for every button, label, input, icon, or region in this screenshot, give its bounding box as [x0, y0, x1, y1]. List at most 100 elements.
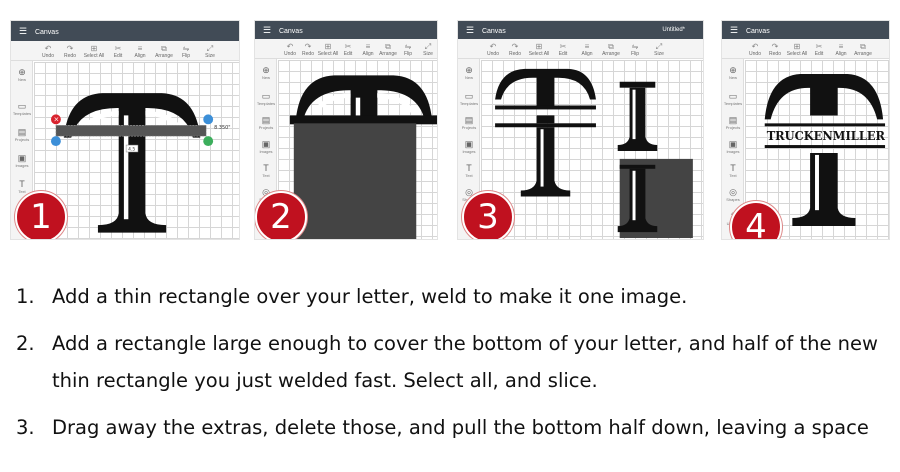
- select-all-button[interactable]: ⊞ Select All: [786, 42, 808, 57]
- hamburger-menu-icon[interactable]: ☰: [466, 21, 475, 39]
- undo-button[interactable]: ↶ Undo: [482, 42, 504, 57]
- align-button[interactable]: ≡ Align: [830, 42, 852, 57]
- sidebar-item-templates[interactable]: ▭ Templates: [11, 101, 33, 116]
- hamburger-menu-icon[interactable]: ☰: [19, 21, 28, 41]
- sidebar-item-text[interactable]: T Text: [722, 163, 744, 178]
- redo-button[interactable]: ↷ Redo: [504, 42, 526, 57]
- select-all-button[interactable]: ⊞ Select All: [528, 42, 550, 57]
- sidebar-item-shapes[interactable]: ◎Shapes: [722, 187, 744, 202]
- redo-icon: ↷: [771, 42, 779, 51]
- rotate-handle-icon[interactable]: [203, 114, 214, 125]
- step-text: Add a rectangle large enough to cover th…: [52, 332, 878, 392]
- step-text: Add a thin rectangle over your letter, w…: [52, 285, 688, 308]
- select-all-icon: ⊞: [535, 42, 543, 51]
- align-button[interactable]: ≡ Align: [576, 42, 598, 57]
- edit-button[interactable]: ✂ Edit: [808, 42, 830, 57]
- app-title: Canvas: [34, 29, 59, 36]
- size-icon: ⤢: [206, 44, 214, 53]
- flip-icon: ⇋: [404, 42, 412, 51]
- sidebar-item-new[interactable]: ⊕ New: [722, 65, 744, 80]
- slice-rectangle[interactable]: [293, 123, 417, 239]
- size-field[interactable]: ⤢ Size: [648, 42, 670, 57]
- undo-button[interactable]: ↶ Undo: [37, 44, 59, 59]
- sidebar-item-images[interactable]: ▣ Images: [722, 139, 744, 154]
- plus-icon: ⊕: [729, 65, 737, 75]
- flip-icon: ⇋: [182, 44, 190, 53]
- undo-icon: ↶: [489, 42, 497, 51]
- sidebar-item-templates[interactable]: ▭ Templates: [722, 91, 744, 106]
- thin-rectangle[interactable]: [55, 125, 207, 137]
- edit-button[interactable]: ✂ Edit: [552, 42, 574, 57]
- hamburger-menu-icon[interactable]: ☰: [730, 21, 739, 39]
- flip-icon: ⇋: [631, 42, 639, 51]
- sliced-stem-pieces[interactable]: [617, 81, 693, 239]
- redo-button[interactable]: ↷ Redo: [764, 42, 786, 57]
- flip-button[interactable]: ⇋ Flip: [624, 42, 646, 57]
- size-field[interactable]: ⤢ Size: [417, 42, 437, 57]
- sidebar-item-text[interactable]: T Text: [458, 163, 480, 178]
- list-item: 2. Add a rectangle large enough to cover…: [16, 325, 886, 399]
- arrange-icon: ⧉: [161, 44, 167, 53]
- align-button[interactable]: ≡ Align: [129, 44, 151, 59]
- sidebar-item-images[interactable]: ▣ Images: [458, 139, 480, 154]
- undo-button[interactable]: ↶ Undo: [744, 42, 766, 57]
- select-all-button[interactable]: ⊞ Select All: [83, 44, 105, 59]
- redo-button[interactable]: ↷ Redo: [59, 44, 81, 59]
- sidebar-item-new[interactable]: ⊕ New: [255, 65, 277, 80]
- sidebar-item-projects[interactable]: ▤ Projects: [255, 115, 277, 130]
- edit-icon: ✂: [815, 42, 823, 51]
- step-2-screenshot: ☰ Canvas ↶ Undo ↷ Redo ⊞ Select All ✂ Edit ≡…: [254, 20, 438, 240]
- lock-handle-icon[interactable]: [50, 136, 61, 147]
- svg-text:×: ×: [54, 116, 60, 124]
- plus-icon: ⊕: [18, 67, 26, 77]
- sidebar-item-projects[interactable]: ▤ Projects: [458, 115, 480, 130]
- hamburger-menu-icon[interactable]: ☰: [263, 21, 272, 39]
- step-badge: 3: [462, 191, 514, 239]
- plus-icon: ⊕: [465, 65, 473, 75]
- edit-icon: ✂: [114, 44, 122, 53]
- text-icon: T: [466, 163, 472, 173]
- design-canvas[interactable]: [481, 60, 703, 239]
- arrange-button[interactable]: ⧉ Arrange: [377, 42, 399, 57]
- sidebar-item-templates[interactable]: ▭ Templates: [255, 91, 277, 106]
- sidebar-item-text[interactable]: T Text: [11, 179, 33, 194]
- projects-icon: ▤: [17, 127, 27, 137]
- text-icon: T: [263, 163, 269, 173]
- sidebar-item-text[interactable]: T Text: [255, 163, 277, 178]
- letter-t-top-half[interactable]: [495, 68, 596, 197]
- edit-button[interactable]: ✂ Edit: [107, 44, 129, 59]
- sidebar-item-images[interactable]: ▣ Images: [11, 153, 33, 168]
- flip-button[interactable]: ⇋ Flip: [175, 44, 197, 59]
- letter-t-artwork: [495, 68, 693, 239]
- templates-icon: ▭: [728, 91, 738, 101]
- step-4-screenshot: ☰ Canvas ↶ Undo ↷ Redo ⊞ Select All ✂ Edit ≡…: [721, 20, 890, 240]
- align-button[interactable]: ≡ Align: [357, 42, 379, 57]
- redo-button[interactable]: ↷ Redo: [297, 42, 319, 57]
- flip-button[interactable]: ⇋ Flip: [397, 42, 419, 57]
- size-field[interactable]: ⤢ Size: [199, 44, 221, 59]
- step-badge: 2: [255, 191, 307, 239]
- app-title: Canvas: [278, 28, 303, 35]
- resize-handle-icon[interactable]: [203, 136, 214, 147]
- edit-button[interactable]: ✂ Edit: [337, 42, 359, 57]
- arrange-button[interactable]: ⧉ Arrange: [852, 42, 874, 57]
- sidebar-item-new[interactable]: ⊕ New: [11, 67, 33, 82]
- app-titlebar: ☰ Canvas: [11, 21, 239, 41]
- app-titlebar: ☰ Canvas Untitled*: [458, 21, 703, 39]
- select-all-icon: ⊞: [793, 42, 801, 51]
- sidebar-item-templates[interactable]: ▭ Templates: [458, 91, 480, 106]
- arrange-button[interactable]: ⧉ Arrange: [153, 44, 175, 59]
- list-item: 3. Drag away the extras, delete those, a…: [16, 409, 886, 446]
- sidebar-item-projects[interactable]: ▤ Projects: [11, 127, 33, 142]
- width-readout: 8.350": [214, 125, 230, 131]
- sidebar-item-images[interactable]: ▣ Images: [255, 139, 277, 154]
- align-icon: ≡: [584, 42, 590, 51]
- name-text[interactable]: TRUCKENMILLER: [767, 128, 886, 143]
- arrange-button[interactable]: ⧉ Arrange: [600, 42, 622, 57]
- step-number: 2.: [16, 332, 35, 355]
- images-icon: ▣: [464, 139, 474, 149]
- sidebar-item-new[interactable]: ⊕ New: [458, 65, 480, 80]
- shapes-icon: ◎: [729, 187, 737, 197]
- select-all-button[interactable]: ⊞ Select All: [317, 42, 339, 57]
- sidebar-item-projects[interactable]: ▤ Projects: [722, 115, 744, 130]
